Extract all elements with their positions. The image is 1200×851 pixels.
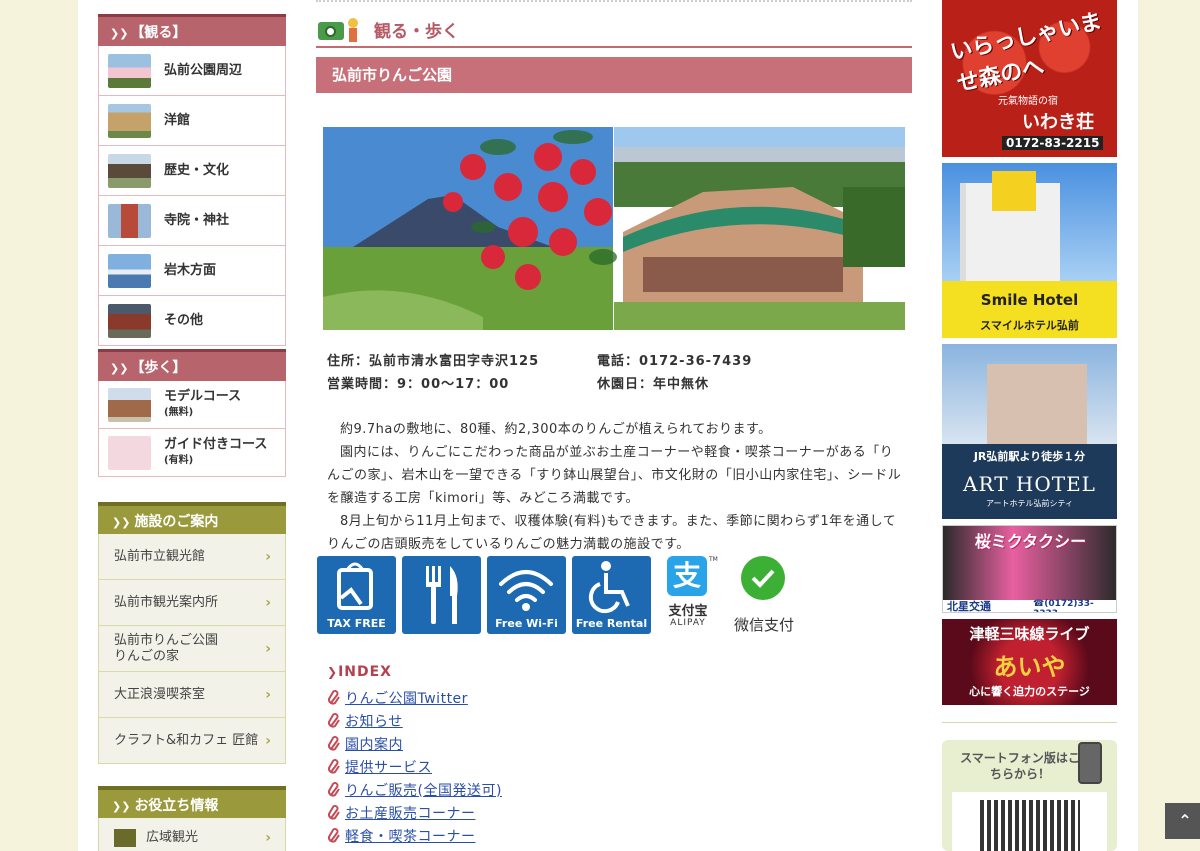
smartphone-qr-panel[interactable]: スマートフォン版はこちらから！ [942, 740, 1117, 851]
ad-smile-hotel[interactable]: Smile Hotel スマイルホテル弘前 [942, 163, 1117, 338]
restaurant-icon [402, 556, 481, 634]
ad-aiya-shamisen[interactable]: 津軽三味線ライブ あいや 心に響く迫力のステージ [942, 619, 1117, 705]
facility-info-center[interactable]: 弘前市観光案内所 › [98, 580, 286, 626]
index-link[interactable]: 軽食・喫茶コーナー [327, 824, 727, 847]
phone: 電話：0172-36-7439 [597, 354, 753, 369]
page-title: 弘前市りんご公園 [316, 57, 912, 93]
smartphone-icon [1078, 742, 1102, 784]
double-chevron-icon: ❯❯ [112, 516, 131, 529]
useful-wide-area[interactable]: 広域観光 › [98, 818, 286, 851]
alipay-icon: 支 支付宝 ALIPAY TM [667, 556, 718, 628]
guided-course-thumbnail [108, 435, 151, 470]
address: 住所：弘前市清水富田字寺沢125 [327, 354, 540, 369]
index-link[interactable]: りんご販売(全国発送可) [327, 778, 727, 801]
apple-park-photo [323, 127, 905, 330]
index-list: ❯INDEX りんご公園Twitter お知らせ 園内案内 提供サービス りんご… [327, 664, 727, 847]
nav-item-history[interactable]: 歴史・文化 [98, 146, 286, 196]
facility-taisho-cafe[interactable]: 大正浪漫喫茶室 › [98, 672, 286, 718]
double-chevron-icon: ❯❯ [110, 362, 129, 375]
map-icon [114, 828, 136, 847]
ads-divider [942, 722, 1117, 723]
top-divider [316, 0, 912, 2]
chevron-right-icon: ❯ [327, 665, 339, 679]
nav-item-hirosaki-park[interactable]: 弘前公園周辺 [98, 46, 286, 96]
model-course-label: モデルコース (無料) [164, 388, 242, 418]
facility-info: 住所：弘前市清水富田字寺沢125 電話：0172-36-7439 営業時間：9：… [327, 350, 907, 396]
pagoda-thumbnail [108, 203, 151, 238]
back-to-top-button[interactable]: ⌃ [1165, 803, 1200, 839]
miru-header: ❯❯ 【観る】 [98, 14, 286, 46]
index-link[interactable]: お知らせ [327, 709, 727, 732]
index-heading: ❯INDEX [327, 664, 392, 680]
description: 約9.7haの敷地に、80種、約2,300本のりんごが植えられております。 園内… [327, 422, 902, 552]
index-link[interactable]: お土産販売コーナー [327, 801, 727, 824]
paperclip-icon [327, 735, 340, 751]
aruku-header: ❯❯ 【歩く】 [98, 349, 286, 381]
paperclip-icon [327, 712, 340, 728]
index-link[interactable]: りんご公園Twitter [327, 686, 727, 709]
paperclip-icon [327, 758, 340, 774]
chevron-right-icon: › [265, 732, 271, 749]
service-icons: TAX FREE Free Wi-Fi Free Rental 支 支付宝 AL… [317, 556, 803, 636]
sidebar-facilities: ❯❯ 施設のご案内 弘前市立観光館 › 弘前市観光案内所 › 弘前市りんご公園 りんごの… [98, 502, 286, 764]
chevron-right-icon: › [265, 640, 271, 657]
closed-days: 休園日：年中無休 [597, 377, 710, 392]
ad-iwakiso[interactable]: いらっしゃいませ森のへ 元氣物語の宿 いわき荘 0172-83-2215 [942, 0, 1117, 157]
qr-code[interactable] [980, 800, 1080, 851]
ad-miku-taxi[interactable]: 桜ミクタクシー 北星交通 ☎(0172)33-3333 [942, 525, 1117, 613]
index-link[interactable]: 提供サービス [327, 755, 727, 778]
guided-course-label: ガイド付きコース (有料) [164, 436, 268, 466]
mount-iwaki-thumbnail [108, 253, 151, 288]
nav-item-guided-course[interactable]: ガイド付きコース (有料) [98, 429, 286, 477]
camera-walker-icon [316, 14, 366, 44]
double-chevron-icon: ❯❯ [112, 800, 131, 813]
chevron-right-icon: › [265, 548, 271, 565]
facility-apple-park[interactable]: 弘前市りんご公園 りんごの家 › [98, 626, 286, 672]
paperclip-icon [327, 689, 340, 705]
other-thumbnail [108, 303, 151, 338]
facility-tourist-hall[interactable]: 弘前市立観光館 › [98, 534, 286, 580]
facility-craft-cafe[interactable]: クラフト&和カフェ 匠館 › [98, 718, 286, 764]
tax-free-icon: TAX FREE [317, 556, 396, 634]
nav-item-temples[interactable]: 寺院・神社 [98, 196, 286, 246]
model-course-thumbnail [108, 387, 151, 422]
nav-item-other[interactable]: その他 [98, 296, 286, 346]
nav-item-iwaki[interactable]: 岩木方面 [98, 246, 286, 296]
wechat-pay-icon: 微信支付 [725, 556, 803, 634]
facility-header: ❯❯ 施設のご案内 [98, 502, 286, 534]
paperclip-icon [327, 827, 340, 843]
chevron-right-icon: › [265, 594, 271, 611]
chevron-right-icon: › [265, 829, 271, 846]
ad-art-hotel[interactable]: JR弘前駅より徒歩１分 ART HOTEL アートホテル弘前シティ [942, 344, 1117, 519]
sidebar-useful: ❯❯ お役立ち情報 広域観光 › [98, 786, 286, 851]
wifi-icon: Free Wi-Fi [487, 556, 566, 634]
history-thumbnail [108, 153, 151, 188]
wheelchair-icon: Free Rental [572, 556, 651, 634]
western-house-thumbnail [108, 103, 151, 138]
chevron-right-icon: › [265, 686, 271, 703]
paperclip-icon [327, 804, 340, 820]
nav-item-yokan[interactable]: 洋館 [98, 96, 286, 146]
hours: 営業時間：9：00〜17：00 [327, 377, 510, 392]
castle-thumbnail [108, 53, 151, 88]
sidebar-aruku: ❯❯ 【歩く】 モデルコース (無料) ガイド付きコース (有料) [98, 349, 286, 477]
double-chevron-icon: ❯❯ [110, 27, 129, 40]
paperclip-icon [327, 781, 340, 797]
nav-item-model-course[interactable]: モデルコース (無料) [98, 381, 286, 429]
sidebar-miru: ❯❯ 【観る】 弘前公園周辺 洋館 歴史・文化 寺院・神社 岩木方面 その他 [98, 14, 286, 346]
index-link[interactable]: 園内案内 [327, 732, 727, 755]
useful-header: ❯❯ お役立ち情報 [98, 786, 286, 818]
apple-park-label: 弘前市りんご公園 りんごの家 [114, 632, 219, 664]
section-heading: 観る・歩く [316, 12, 912, 48]
